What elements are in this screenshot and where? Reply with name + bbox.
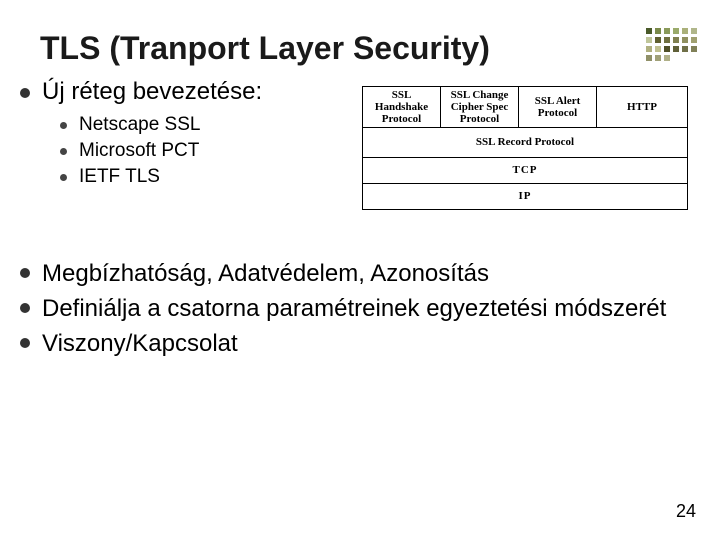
decorative-dot-grid	[646, 28, 702, 61]
bullet-dot-icon	[20, 88, 30, 98]
diagram-cell: SSL Record Protocol	[362, 128, 688, 158]
slide-number: 24	[676, 501, 696, 522]
bullet-text: Viszony/Kapcsolat	[42, 328, 238, 359]
bullet-level1: Viszony/Kapcsolat	[20, 328, 700, 359]
diagram-row-2: SSL Record Protocol	[362, 128, 688, 158]
lower-bullet-group: Megbízhatóság, Adatvédelem, Azonosítás D…	[20, 258, 700, 360]
diagram-row-1: SSL Handshake Protocol SSL Change Cipher…	[362, 86, 688, 128]
bullet-level1: Megbízhatóság, Adatvédelem, Azonosítás	[20, 258, 700, 289]
bullet-text: IETF TLS	[79, 166, 160, 188]
diagram-row-4: IP	[362, 184, 688, 210]
protocol-stack-diagram: SSL Handshake Protocol SSL Change Cipher…	[362, 86, 688, 210]
bullet-dot-icon	[60, 148, 67, 155]
bullet-text: Definiálja a csatorna paramétreinek egye…	[42, 293, 666, 324]
bullet-text: Megbízhatóság, Adatvédelem, Azonosítás	[42, 258, 489, 289]
bullet-text: Microsoft PCT	[79, 140, 199, 162]
bullet-level1: Definiálja a csatorna paramétreinek egye…	[20, 293, 700, 324]
bullet-dot-icon	[60, 122, 67, 129]
diagram-cell: SSL Handshake Protocol	[362, 86, 440, 128]
bullet-dot-icon	[20, 268, 30, 278]
diagram-cell: IP	[362, 184, 688, 210]
bullet-dot-icon	[20, 338, 30, 348]
slide-title: TLS (Tranport Layer Security)	[40, 30, 490, 67]
bullet-text: Új réteg bevezetése:	[42, 78, 262, 106]
diagram-cell: TCP	[362, 158, 688, 184]
bullet-text: Netscape SSL	[79, 114, 200, 136]
diagram-cell: SSL Alert Protocol	[518, 86, 596, 128]
bullet-dot-icon	[60, 174, 67, 181]
bullet-dot-icon	[20, 303, 30, 313]
diagram-cell: HTTP	[596, 86, 688, 128]
diagram-cell: SSL Change Cipher Spec Protocol	[440, 86, 518, 128]
diagram-row-3: TCP	[362, 158, 688, 184]
